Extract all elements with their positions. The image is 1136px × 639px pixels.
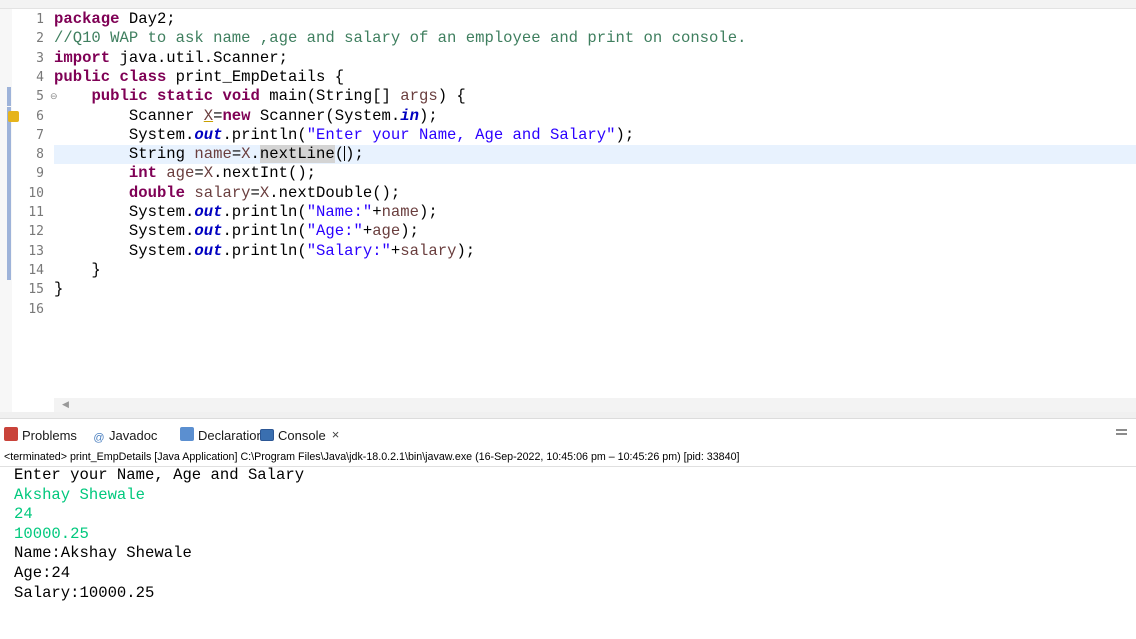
code-line[interactable]: public class print_EmpDetails {	[54, 68, 1136, 87]
override-marker	[7, 183, 11, 203]
line-number: 8	[36, 147, 44, 163]
gutter-row: 6	[0, 106, 54, 126]
close-icon[interactable]: ×	[332, 427, 340, 442]
tab-label: Declaration	[198, 428, 264, 444]
code-editor[interactable]: 1 2 3 4 5 ⊖ 6 7 8 9 10 11 12 13 14 15 16 package Day2;//…	[0, 0, 1136, 419]
code-line[interactable]: package Day2;	[54, 10, 1136, 29]
gutter-row: 11	[0, 203, 54, 223]
console-output-line: Salary:10000.25	[14, 583, 155, 602]
code-line[interactable]: System.out.println("Enter your Name, Age…	[54, 126, 1136, 145]
line-number: 13	[28, 243, 44, 259]
views-tab-bar: Problems @ Javadoc Declaration Console ×	[0, 419, 1136, 449]
line-number: 15	[28, 282, 44, 298]
gutter-row: 3	[0, 49, 54, 68]
console-description: <terminated> print_EmpDetails [Java Appl…	[4, 451, 740, 463]
override-marker	[7, 145, 11, 165]
gutter-row: 16	[0, 300, 54, 319]
code-line[interactable]: double salary=X.nextDouble();	[54, 184, 1136, 203]
tab-console[interactable]: Console ×	[260, 427, 339, 445]
override-marker	[7, 203, 11, 223]
scroll-left-arrow-icon[interactable]: ◀	[62, 399, 69, 410]
javadoc-icon: @	[93, 432, 105, 444]
line-number: 7	[36, 127, 44, 143]
override-marker	[7, 222, 11, 242]
override-marker	[7, 87, 11, 107]
line-number: 12	[28, 224, 44, 240]
tab-declaration[interactable]: Declaration	[180, 427, 264, 445]
gutter-row: 7	[0, 125, 54, 146]
code-line[interactable]: System.out.println("Age:"+age);	[54, 222, 1136, 241]
gutter-row: 10	[0, 183, 54, 203]
code-line[interactable]: System.out.println("Salary:"+salary);	[54, 242, 1136, 261]
gutter-row: 8	[0, 145, 54, 165]
code-line[interactable]: System.out.println("Name:"+name);	[54, 203, 1136, 222]
warning-icon[interactable]	[8, 110, 19, 122]
tab-label: Problems	[22, 428, 77, 444]
declaration-icon	[180, 427, 194, 441]
view-menu-icon[interactable]	[1116, 427, 1132, 439]
bottom-views-panel: Problems @ Javadoc Declaration Console × <…	[0, 419, 1136, 639]
override-marker	[7, 260, 11, 281]
console-output-line: Name:Akshay Shewale	[14, 544, 192, 563]
editor-bottom-border	[0, 412, 1136, 419]
tab-javadoc[interactable]: @ Javadoc	[93, 427, 157, 445]
override-marker	[7, 125, 11, 146]
line-number: 3	[36, 50, 44, 66]
code-line[interactable]: Scanner X=new Scanner(System.in);	[54, 107, 1136, 126]
code-line[interactable]: public static void main(String[] args) {	[54, 87, 1136, 106]
line-number: 10	[28, 185, 44, 201]
gutter-row: 4	[0, 68, 54, 87]
line-number: 1	[36, 12, 44, 27]
console-output-line: Enter your Name, Age and Salary	[14, 466, 305, 484]
console-output-line: Age:24	[14, 563, 71, 582]
tab-label: Javadoc	[109, 428, 158, 444]
line-number: 11	[28, 205, 44, 220]
gutter-row: 1	[0, 10, 54, 29]
line-number: 4	[36, 69, 44, 85]
tab-problems[interactable]: Problems	[4, 427, 77, 445]
console-input-line: Akshay Shewale	[14, 485, 146, 504]
console-icon	[260, 429, 274, 441]
editor-horizontal-scrollbar[interactable]: ◀	[54, 398, 1136, 412]
gutter-row: 15	[0, 280, 54, 299]
line-number: 2	[36, 31, 44, 47]
code-line[interactable]: }	[54, 261, 1136, 280]
gutter-row: 13	[0, 241, 54, 261]
override-marker	[7, 241, 11, 261]
editor-top-border	[0, 0, 1136, 9]
line-number: 9	[36, 166, 44, 182]
code-line[interactable]	[54, 300, 1136, 319]
console-input-line: 24	[14, 505, 33, 524]
gutter-row: 5 ⊖	[0, 87, 58, 107]
tab-label: Console	[278, 428, 326, 444]
code-line[interactable]: int age=X.nextInt();	[54, 164, 1136, 183]
code-line[interactable]: String name=X.nextLine();	[54, 145, 1136, 165]
code-line[interactable]: }	[54, 280, 1136, 299]
problems-icon	[4, 427, 18, 441]
gutter-row: 14	[0, 260, 54, 281]
gutter-row: 12	[0, 222, 54, 242]
line-number: 14	[28, 262, 44, 278]
console-output[interactable]: Enter your Name, Age and Salary Akshay Sh…	[14, 466, 304, 603]
line-number: 16	[28, 301, 44, 317]
gutter-row: 2	[0, 29, 54, 48]
code-line[interactable]: import java.util.Scanner;	[54, 49, 1136, 68]
override-marker	[7, 164, 11, 184]
line-number: 5	[36, 89, 44, 105]
gutter-row: 9	[0, 164, 54, 184]
code-line[interactable]: //Q10 WAP to ask name ,age and salary of…	[54, 29, 1136, 48]
console-input-line: 10000.25	[14, 524, 89, 543]
